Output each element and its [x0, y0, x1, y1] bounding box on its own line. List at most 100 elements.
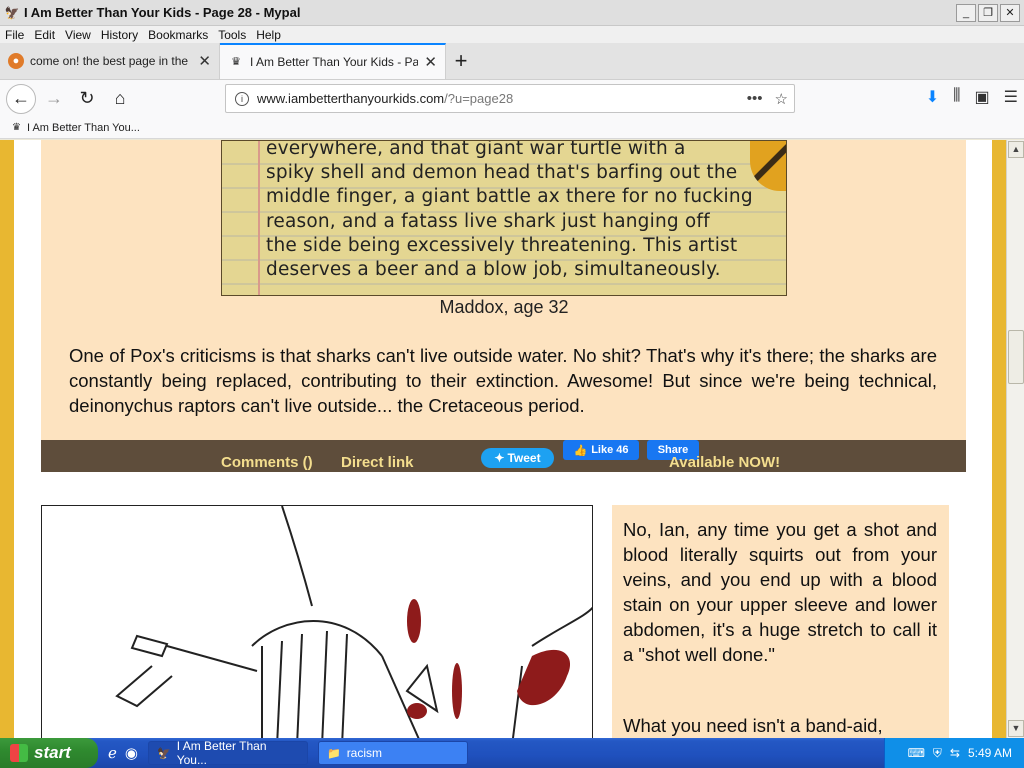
system-tray: ⌨ ⛨ ⇆ 5:49 AM [884, 738, 1024, 768]
info-icon[interactable]: i [235, 91, 249, 106]
close-icon[interactable]: ✕ [198, 52, 211, 70]
thumbs-up-icon: 👍 [573, 444, 588, 457]
hamburger-menu-icon[interactable]: ☰ [1004, 87, 1018, 107]
menu-bar: File Edit View History Bookmarks Tools H… [0, 26, 1024, 43]
quick-launch: ℯ ◉ [108, 744, 138, 762]
page-actions-icon[interactable]: ••• [747, 90, 763, 108]
windows-taskbar: start ℯ ◉ 🦅 I Am Better Than You... 📁 ra… [0, 738, 1024, 768]
notebook-paper-image: everywhere, and that giant war turtle wi… [221, 140, 787, 296]
menu-view[interactable]: View [60, 28, 96, 42]
url-host: www.iambetterthanyourkids.com [257, 91, 445, 106]
scroll-up-arrow-icon[interactable]: ▲ [1008, 141, 1024, 158]
facebook-like-button[interactable]: 👍 Like 46 [563, 440, 639, 460]
post-sidebar-text: No, Ian, any time you get a shot and blo… [612, 505, 949, 738]
arrow-left-icon: ← [12, 88, 30, 108]
like-label: Like 46 [591, 444, 629, 456]
taskbar-item-browser[interactable]: 🦅 I Am Better Than You... [147, 739, 308, 767]
available-now-link[interactable]: Available NOW! [669, 454, 780, 471]
bookmark-star-icon[interactable]: ☆ [775, 90, 788, 108]
forward-button[interactable]: → [39, 84, 69, 114]
menu-history[interactable]: History [96, 28, 143, 42]
reload-icon: ↻ [79, 88, 95, 108]
mypal-app-icon: 🦅 [4, 5, 20, 20]
menu-help[interactable]: Help [251, 28, 286, 42]
menu-edit[interactable]: Edit [29, 28, 60, 42]
direct-link[interactable]: Direct link [341, 454, 414, 471]
new-tab-button[interactable]: + [446, 43, 476, 79]
bookmarks-bar: ♛ I Am Better Than You... [0, 117, 1024, 139]
page-border-left [0, 140, 14, 738]
tab-label: come on! the best page in the uni [30, 54, 193, 68]
site-favicon-icon: ● [8, 53, 24, 69]
twitter-bird-icon: ✦ [494, 451, 505, 465]
start-button[interactable]: start [0, 738, 98, 768]
library-icon[interactable]: ⫼ [953, 87, 960, 107]
clock: 5:49 AM [967, 746, 1012, 760]
arrow-right-icon: → [45, 88, 63, 108]
handwriting-line: spiky shell and demon head that's barfin… [266, 162, 738, 184]
network-icon[interactable]: ⇆ [950, 746, 960, 760]
comments-link[interactable]: Comments () [221, 454, 313, 471]
crown-favicon-icon: ♛ [231, 56, 241, 68]
window-titlebar: 🦅 I Am Better Than Your Kids - Page 28 -… [0, 0, 1024, 26]
back-button[interactable]: ← [6, 83, 36, 114]
sidebar-paragraph: What you need isn't a band-aid, [623, 715, 883, 736]
taskbar-item-folder[interactable]: 📁 racism [317, 741, 468, 765]
scrollbar-thumb[interactable] [1008, 330, 1024, 384]
folder-icon: 📁 [326, 747, 341, 760]
internet-explorer-icon[interactable]: ℯ [108, 744, 117, 762]
tab-bar: ● come on! the best page in the uni ✕ ♛ … [0, 43, 1024, 80]
menu-file[interactable]: File [0, 28, 29, 42]
task-label: racism [346, 746, 383, 760]
sidebar-icon[interactable]: ▣ [975, 87, 990, 107]
start-label: start [34, 743, 71, 762]
close-icon[interactable]: ✕ [424, 53, 437, 71]
syringe-drawing [115, 506, 592, 738]
minimize-button[interactable]: _ [956, 3, 976, 22]
scroll-down-arrow-icon[interactable]: ▼ [1008, 720, 1024, 737]
download-icon[interactable]: ⬇ [926, 87, 939, 107]
home-button[interactable]: ⌂ [105, 84, 135, 114]
image-caption: Maddox, age 32 [439, 297, 569, 317]
page-viewport: everywhere, and that giant war turtle wi… [0, 140, 1006, 738]
window-title: I Am Better Than Your Kids - Page 28 - M… [24, 5, 301, 20]
reload-button[interactable]: ↻ [72, 84, 102, 114]
tweet-label: Tweet [507, 451, 541, 465]
home-icon: ⌂ [114, 88, 126, 108]
url-actions: ••• ☆ [747, 90, 788, 108]
menu-tools[interactable]: Tools [213, 28, 251, 42]
tweet-button[interactable]: ✦ Tweet [481, 448, 554, 468]
sidebar-paragraph: No, Ian, any time you get a shot and blo… [623, 519, 937, 665]
toolbar-right: ⬇ ⫼ ▣ ☰ [926, 87, 1018, 107]
page-border-right [992, 140, 1006, 738]
task-label: I Am Better Than You... [176, 739, 267, 767]
maximize-button[interactable]: ❐ [978, 3, 998, 22]
handwriting-line: middle finger, a giant battle ax there f… [266, 186, 753, 208]
bookmark-iambetter[interactable]: I Am Better Than You... [27, 122, 140, 134]
window-controls: _ ❐ ✕ [956, 3, 1020, 22]
post-footer-bar: Comments () Direct link ✦ Tweet 👍 Like 46 … [41, 440, 966, 472]
handwriting-line: the side being excessively threatening. … [266, 234, 738, 256]
url-path: /?u=page28 [444, 91, 514, 106]
handwriting-line: reason, and a fatass live shark just han… [266, 210, 710, 232]
keyboard-icon[interactable]: ⌨ [908, 746, 925, 760]
post-body-text: One of Pox's criticisms is that sharks c… [69, 345, 937, 416]
tab-iambetter-page28[interactable]: ♛ I Am Better Than Your Kids - Page ✕ [220, 43, 446, 79]
close-window-button[interactable]: ✕ [1000, 3, 1020, 22]
child-drawing-image [41, 505, 593, 738]
menu-bookmarks[interactable]: Bookmarks [143, 28, 213, 42]
handwritten-text: everywhere, and that giant war turtle wi… [266, 140, 766, 282]
tab-label: I Am Better Than Your Kids - Page [250, 55, 419, 69]
tab-best-page[interactable]: ● come on! the best page in the uni ✕ [0, 43, 220, 79]
security-shield-icon[interactable]: ⛨ [933, 746, 942, 761]
mypal-app-icon: 🦅 [156, 747, 171, 760]
url-bar[interactable]: i www.iambetterthanyourkids.com/?u=page2… [225, 84, 795, 113]
windows-flag-icon [10, 744, 28, 762]
navigation-bar: ← → ↻ ⌂ i www.iambetterthanyourkids.com /… [0, 80, 1024, 117]
vertical-scrollbar[interactable]: ▲ ▼ [1006, 140, 1024, 738]
crown-favicon-icon: ♛ [12, 122, 21, 133]
margin-line [258, 141, 260, 295]
handwriting-line: deserves a beer and a blow job, simultan… [266, 259, 721, 281]
handwriting-line: everywhere, and that giant war turtle wi… [266, 140, 686, 159]
browser-quicklaunch-icon[interactable]: ◉ [125, 744, 138, 762]
